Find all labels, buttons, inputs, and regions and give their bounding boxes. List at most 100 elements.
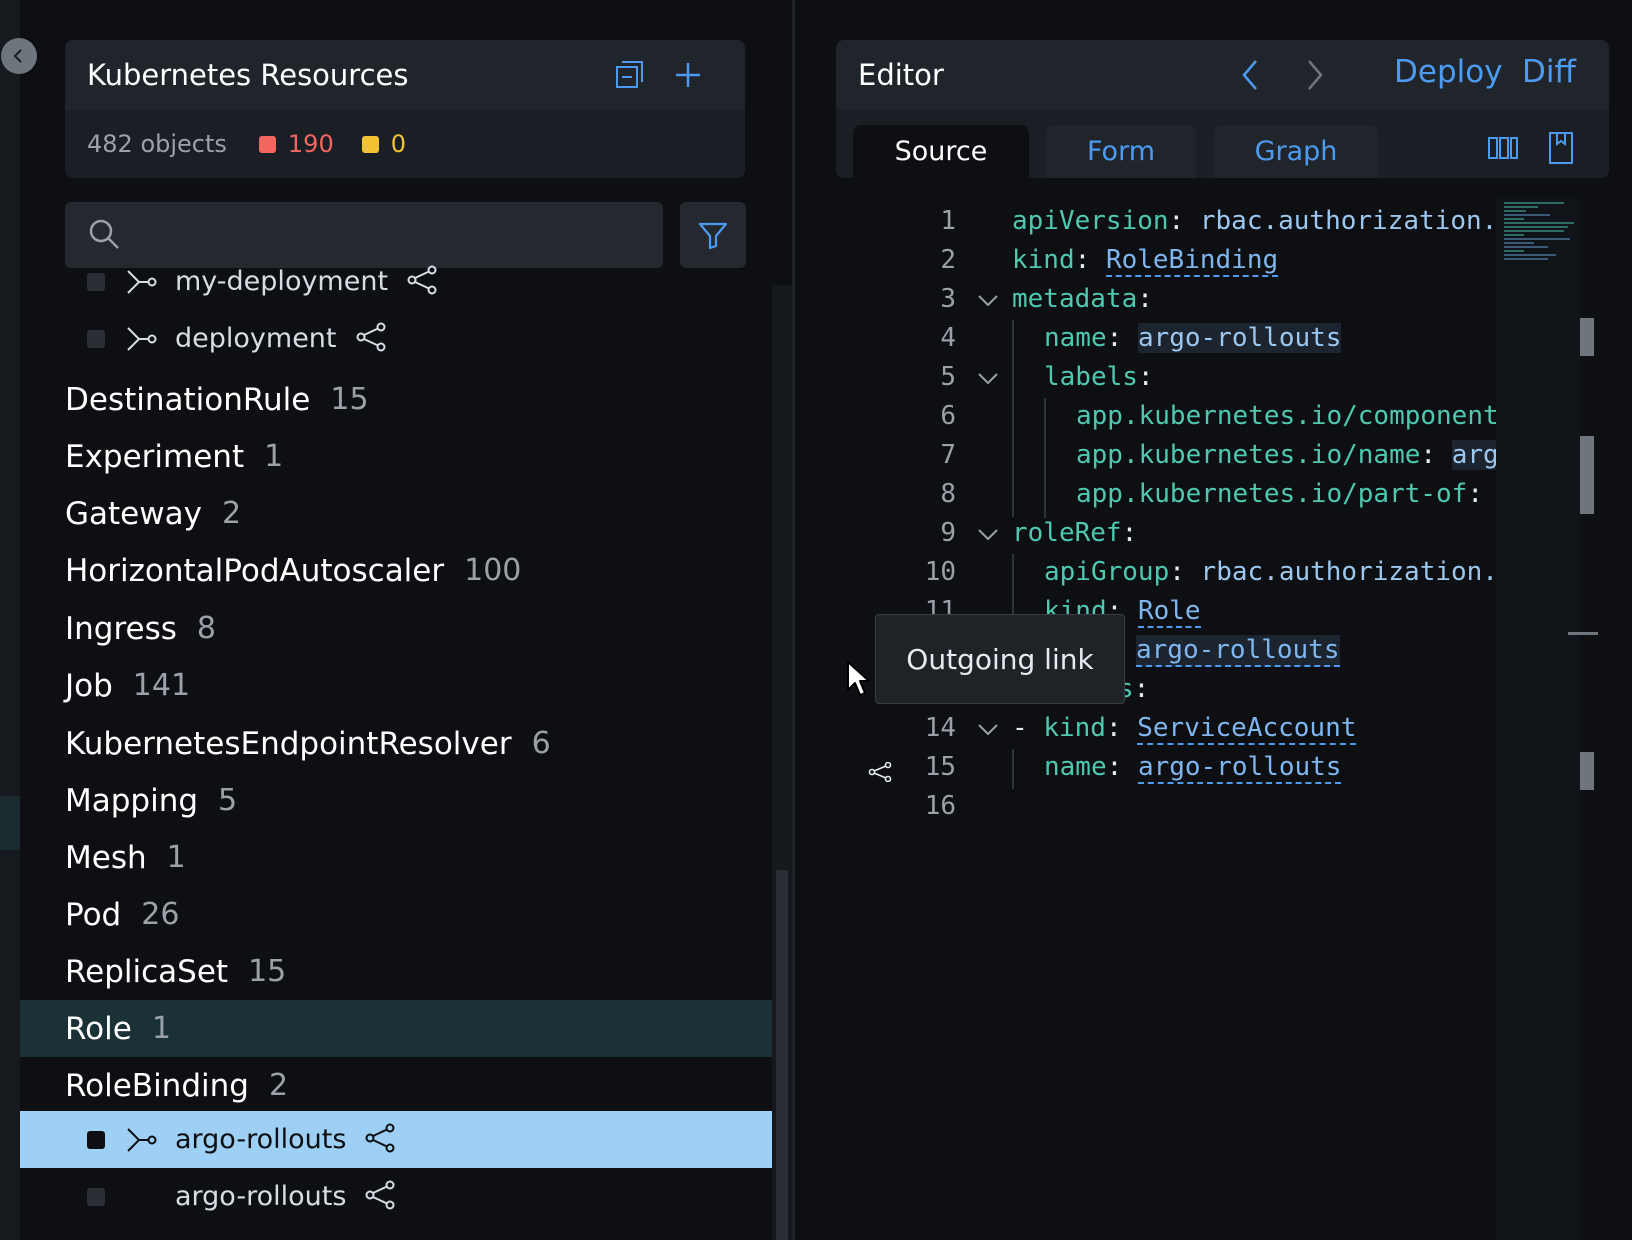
resource-kind-row[interactable]: KubernetesEndpointResolver 6 [20,715,772,772]
chevron-down-icon[interactable] [976,717,1000,741]
minimap-line [1504,250,1524,252]
resources-summary: 482 objects 190 0 [87,130,406,158]
resource-kind-count: 15 [330,382,369,417]
code-line: apiGroup: rbac.authorization. [1044,557,1496,587]
resource-kind-label: DestinationRule [65,381,311,418]
panel-splitter[interactable] [792,0,795,1240]
row-checkbox[interactable] [87,1130,105,1149]
minimap-line [1504,242,1534,244]
resource-kind-count: 100 [464,553,522,588]
resource-kind-row[interactable]: Mapping 5 [20,772,772,829]
objects-count: 482 objects [87,130,227,158]
outgoing-link[interactable]: Role [1137,596,1201,628]
incoming-refs-icon[interactable] [125,1123,159,1164]
outgoing-link[interactable]: ServiceAccount [1137,713,1357,745]
resource-item-row[interactable]: my-deployment [20,253,772,310]
minimap-line [1504,206,1538,208]
split-view-icon[interactable] [1486,128,1520,168]
line-number: 9 [940,518,956,548]
indent-guide [1012,320,1014,517]
tab-form[interactable]: Form [1046,125,1196,178]
minimap-line [1504,222,1574,224]
code-line: - kind: ServiceAccount [1012,713,1357,745]
deploy-button[interactable]: Deploy [1394,54,1503,90]
chevron-left-icon [13,49,22,63]
diff-button[interactable]: Diff [1522,54,1576,90]
outgoing-refs-icon[interactable] [364,1180,396,1217]
editor-header-card: Editor Deploy Diff Source Form Graph [836,40,1609,178]
outgoing-refs-icon[interactable] [355,322,387,359]
resource-item-label: my-deployment [175,266,389,297]
row-checkbox[interactable] [87,1187,105,1206]
incoming-refs-icon[interactable] [125,265,159,306]
collapse-panel-button[interactable] [1,38,37,74]
code-editor[interactable]: 1 2 3 4 5 6 7 8 9 10 11 12 13 14 15 16 a… [836,198,1496,848]
outgoing-link-tooltip: Outgoing link [875,614,1125,704]
warning-count[interactable]: 0 [391,130,406,158]
resource-kind-row[interactable]: Experiment 1 [20,428,772,485]
nav-back-icon[interactable] [1234,56,1268,94]
chevron-down-icon[interactable] [976,366,1000,390]
resource-kind-row[interactable]: Gateway 2 [20,485,772,542]
scrollbar-thumb[interactable] [776,870,788,1240]
minimap-line [1504,234,1524,236]
resource-kind-label: Mesh [65,839,147,876]
resource-item-row[interactable]: argo-rollouts [20,1168,772,1225]
resource-kind-row[interactable]: Job 141 [20,657,772,714]
resources-header: Kubernetes Resources [65,40,745,110]
share-icon[interactable] [868,762,892,782]
resource-item-content: argo-rollouts [175,1121,396,1158]
line-number: 4 [940,323,956,353]
resource-item-content: deployment [175,320,387,357]
resource-item-row[interactable]: argo-rollouts [20,1111,772,1168]
chevron-down-icon[interactable] [976,288,1000,312]
resource-kind-label: Job [65,667,113,704]
outgoing-link[interactable]: argo-rollouts [1136,635,1340,667]
line-number: 8 [940,479,956,509]
error-count[interactable]: 190 [288,130,334,158]
minimap-line [1504,218,1524,220]
code-minimap[interactable] [1496,198,1580,1240]
resource-kind-row[interactable]: Ingress 8 [20,600,772,657]
resource-item-content: argo-rollouts [175,1178,396,1215]
resource-kind-count: 6 [531,726,551,761]
tab-graph[interactable]: Graph [1214,125,1378,178]
resource-kind-row[interactable]: DestinationRule 15 [20,371,772,428]
resource-tree-scrollbar[interactable] [772,285,792,1240]
outgoing-refs-icon[interactable] [364,1123,396,1160]
tab-source[interactable]: Source [853,125,1029,178]
chevron-down-icon[interactable] [976,522,1000,546]
minimap-line [1504,214,1550,216]
resource-kind-row[interactable]: Pod 26 [20,886,772,943]
collapse-all-icon[interactable] [613,58,647,92]
resource-kind-row[interactable]: HorizontalPodAutoscaler 100 [20,542,772,599]
resource-kind-row[interactable]: Role 1 [20,1000,772,1057]
warning-square-icon [361,135,379,153]
indent-guide [1012,749,1014,789]
editor-overview-ruler[interactable] [1568,198,1600,1240]
filter-icon [698,222,728,250]
resource-kind-count: 141 [132,668,191,703]
line-number: 3 [940,284,956,314]
outgoing-refs-icon[interactable] [406,265,438,302]
minimap-line [1504,246,1548,248]
resources-panel: Kubernetes Resources 482 objects 190 0 m… [20,0,792,1240]
row-checkbox[interactable] [87,272,105,291]
ruler-marker [1580,752,1594,790]
resource-kind-label: Pod [65,896,122,933]
code-line: roleRef: [1012,518,1138,548]
code-line: argo-rollouts [1136,635,1340,667]
add-resource-icon[interactable] [671,58,705,92]
incoming-refs-icon[interactable] [125,322,159,363]
editor-title: Editor [858,58,944,92]
outgoing-link[interactable]: argo-rollouts [1137,752,1342,784]
resource-kind-row[interactable]: RoleBinding 2 [20,1057,772,1114]
line-number: 7 [940,440,956,470]
resource-item-row[interactable]: deployment [20,310,772,367]
resource-kind-row[interactable]: ReplicaSet 15 [20,943,772,1000]
bookmark-icon[interactable] [1544,128,1578,168]
nav-forward-icon[interactable] [1297,56,1331,94]
row-checkbox[interactable] [87,329,105,348]
resource-kind-row[interactable]: Mesh 1 [20,829,772,886]
outgoing-link[interactable]: RoleBinding [1105,245,1279,277]
